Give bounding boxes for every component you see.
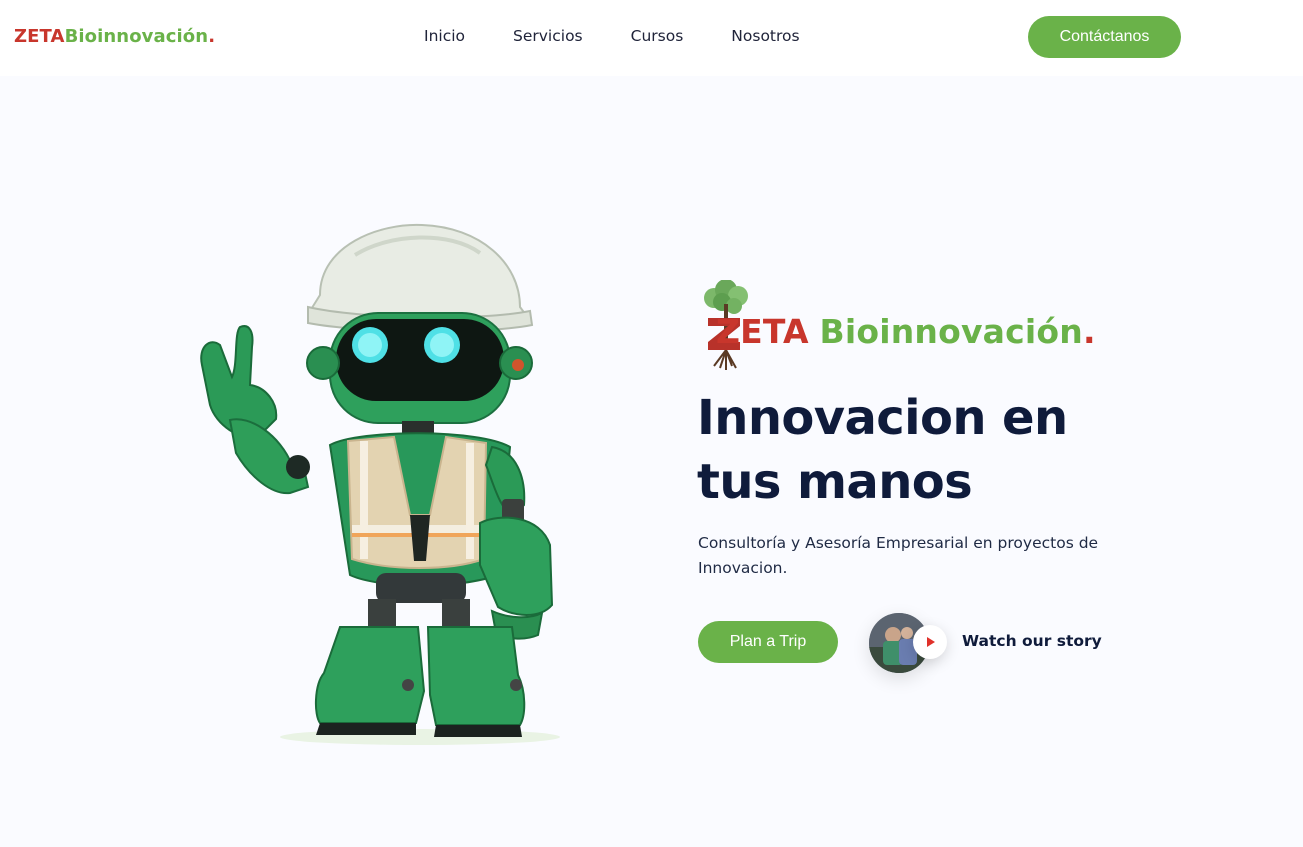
robot-illustration xyxy=(200,223,560,745)
hero-logo-bio: Bioinnovación xyxy=(819,312,1083,351)
brand-logo-bio: Bioinnovación xyxy=(64,26,209,47)
watch-story-label[interactable]: Watch our story xyxy=(962,632,1102,650)
contact-button[interactable]: Contáctanos xyxy=(1028,16,1181,58)
nav-item-cursos[interactable]: Cursos xyxy=(631,27,684,45)
hero-subtitle: Consultoría y Asesoría Empresarial en pr… xyxy=(698,534,1099,577)
robot-left-arm xyxy=(200,325,310,495)
play-button[interactable] xyxy=(913,625,947,659)
brand-logo[interactable]: ZETABioinnovación. xyxy=(14,26,215,47)
hero-logo-zeta: ZETA xyxy=(716,312,809,351)
play-icon xyxy=(927,637,935,647)
main-nav: Inicio Servicios Cursos Nosotros xyxy=(424,27,800,45)
hero-logo-text: ZETA Bioinnovación. xyxy=(716,312,1096,351)
site-header: ZETABioinnovación. Inicio Servicios Curs… xyxy=(0,0,1303,76)
plan-a-trip-button[interactable]: Plan a Trip xyxy=(698,621,838,663)
watch-story-link[interactable]: Watch our story xyxy=(869,612,1109,674)
hero-logo-dot: . xyxy=(1083,312,1096,351)
brand-logo-dot: . xyxy=(208,26,216,47)
robot-head xyxy=(306,312,533,424)
robot-right-arm xyxy=(479,445,554,640)
nav-item-servicios[interactable]: Servicios xyxy=(513,27,583,45)
nav-item-nosotros[interactable]: Nosotros xyxy=(731,27,799,45)
nav-item-inicio[interactable]: Inicio xyxy=(424,27,465,45)
hero-headline: Innovacion en tus manos xyxy=(697,390,1068,510)
brand-logo-zeta: ZETA xyxy=(14,26,65,47)
